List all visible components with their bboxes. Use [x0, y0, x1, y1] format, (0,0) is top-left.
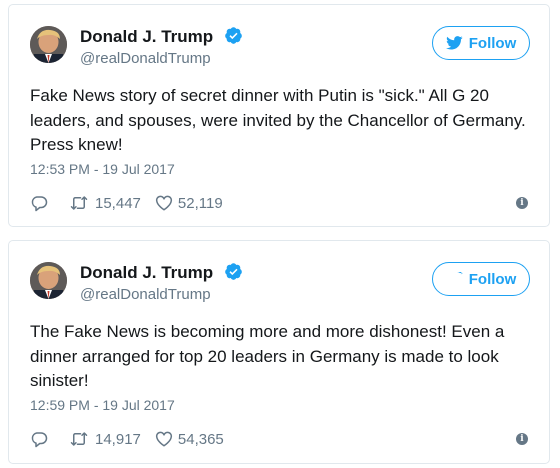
reply-icon [31, 196, 48, 212]
author-handle[interactable]: @realDonaldTrump [80, 286, 211, 303]
action-bar: 14,917 54,365 [30, 429, 224, 449]
heart-icon [155, 195, 172, 211]
like-button[interactable]: 52,119 [155, 194, 223, 212]
tweet-card: Donald J. Trump @realDonaldTrump Follow … [8, 4, 550, 227]
avatar[interactable] [30, 262, 67, 299]
like-count: 52,119 [177, 194, 223, 212]
avatar[interactable] [30, 26, 67, 63]
verified-badge-icon [225, 27, 242, 44]
follow-label: Follow [468, 270, 517, 288]
twitter-bird-icon [445, 36, 463, 50]
tweet-card: Donald J. Trump @realDonaldTrump Follow … [8, 240, 550, 464]
reply-button[interactable] [30, 194, 48, 212]
info-icon[interactable]: i [516, 197, 528, 209]
retweet-button[interactable]: 15,447 [70, 194, 141, 212]
like-button[interactable]: 54,365 [155, 430, 224, 448]
like-count: 54,365 [177, 430, 224, 448]
tweet-text: Fake News story of secret dinner with Pu… [30, 86, 526, 154]
follow-button[interactable]: Follow [432, 262, 530, 296]
timestamp[interactable]: 12:53 PM - 19 Jul 2017 [30, 161, 175, 177]
timestamp[interactable]: 12:59 PM - 19 Jul 2017 [30, 397, 175, 413]
follow-button[interactable]: Follow [432, 26, 530, 60]
retweet-icon [70, 196, 88, 210]
action-bar: 15,447 52,119 [30, 193, 223, 213]
verified-badge-icon [225, 263, 242, 280]
reply-icon [31, 432, 48, 448]
heart-icon [155, 431, 172, 447]
tweet-text: The Fake News is becoming more and more … [30, 322, 505, 390]
retweet-count: 14,917 [95, 430, 141, 448]
info-icon[interactable]: i [516, 433, 528, 445]
author-handle[interactable]: @realDonaldTrump [80, 50, 211, 67]
follow-label: Follow [468, 34, 517, 52]
author-name[interactable]: Donald J. Trump [80, 27, 213, 47]
reply-button[interactable] [30, 430, 48, 448]
retweet-icon [70, 432, 88, 446]
retweet-button[interactable]: 14,917 [70, 430, 141, 448]
twitter-bird-icon [457, 272, 463, 275]
author-name[interactable]: Donald J. Trump [80, 263, 213, 283]
retweet-count: 15,447 [95, 194, 141, 212]
